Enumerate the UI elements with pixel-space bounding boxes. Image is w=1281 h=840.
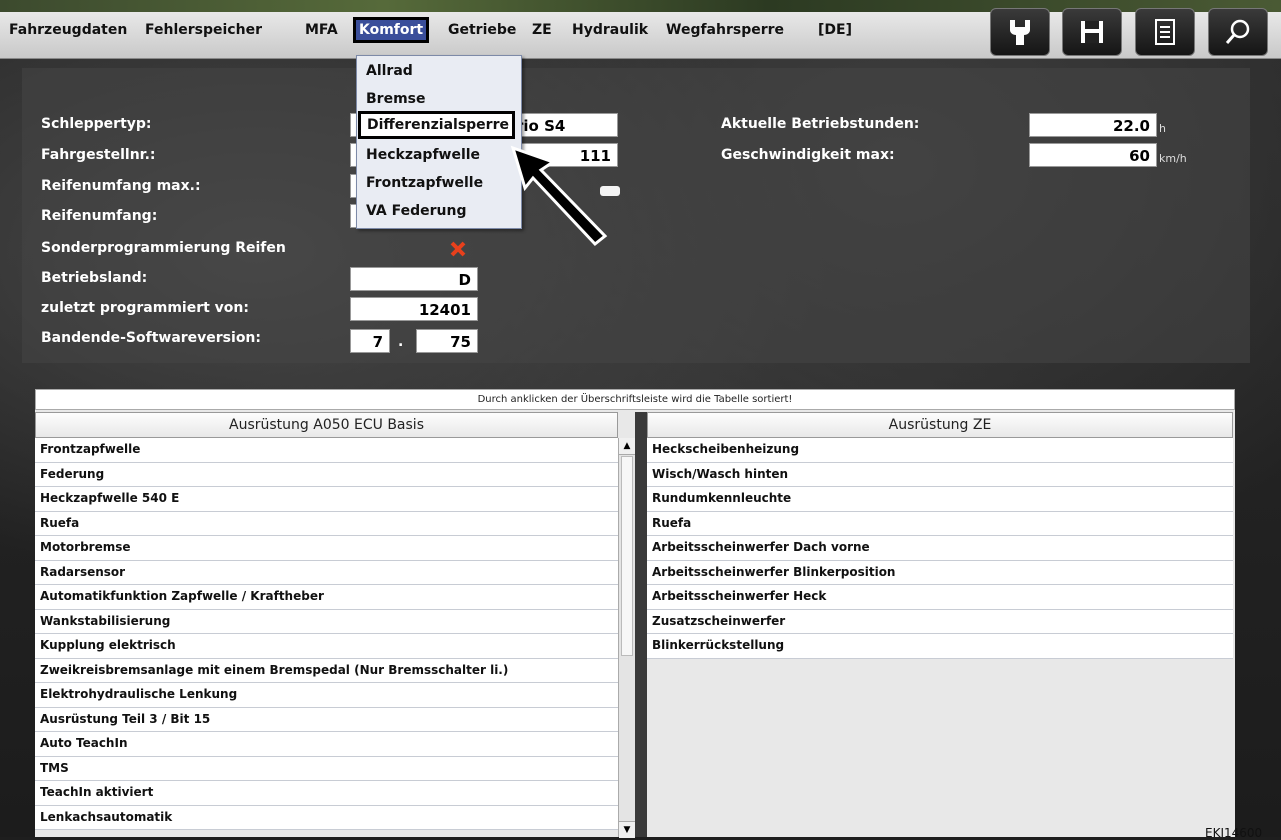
schleppertyp-label: Schleppertyp: — [41, 116, 152, 132]
table-row[interactable]: Zusatzscheinwerfer — [647, 610, 1233, 634]
geschwindigkeit-field[interactable]: 60 — [1029, 143, 1157, 167]
dropdown-item-va-federung[interactable]: VA Federung — [357, 197, 521, 225]
right-table-body: Heckscheibenheizung Wisch/Wasch hinten Run… — [647, 438, 1233, 659]
table-row[interactable]: Wankstabilisierung — [35, 610, 618, 634]
table-row[interactable]: Motorbremse — [35, 536, 618, 561]
reifenumfang-label: Reifenumfang: — [41, 208, 158, 224]
table-row[interactable]: TeachIn aktiviert — [35, 781, 618, 806]
search-icon — [1225, 19, 1250, 44]
menu-language[interactable]: [DE] — [818, 22, 852, 38]
table-row[interactable]: Lenkachsautomatik — [35, 806, 618, 830]
search-button[interactable] — [1208, 8, 1268, 56]
menu-hydraulik[interactable]: Hydraulik — [572, 22, 648, 38]
betriebsstunden-field[interactable]: 22.0 — [1029, 113, 1157, 137]
version-minor-field[interactable]: 75 — [416, 329, 478, 353]
geschwindigkeit-unit: km/h — [1159, 152, 1187, 165]
table-row[interactable]: Kupplung elektrisch — [35, 634, 618, 659]
document-button[interactable] — [1135, 8, 1195, 56]
version-major-field[interactable]: 7 — [350, 329, 390, 353]
left-table-header[interactable]: Ausrüstung A050 ECU Basis — [35, 412, 618, 438]
table-row[interactable]: Radarsensor — [35, 561, 618, 585]
reifenumfang-max-label: Reifenumfang max.: — [41, 178, 201, 194]
table-row[interactable]: Auto TeachIn — [35, 732, 618, 757]
bandende-label: Bandende-Softwareversion: — [41, 330, 262, 346]
close-icon[interactable] — [449, 240, 467, 258]
betriebsstunden-unit: h — [1159, 122, 1166, 135]
table-row[interactable]: Automatikfunktion Zapfwelle / Kraftheber — [35, 585, 618, 610]
sonderprogrammierung-label: Sonderprogrammierung Reifen — [41, 240, 286, 256]
menu-mfa[interactable]: MFA — [305, 22, 338, 38]
dropdown-item-heckzapfwelle[interactable]: Heckzapfwelle — [357, 141, 521, 169]
save-button[interactable] — [1062, 8, 1122, 56]
right-table: Ausrüstung ZE Heckscheibenheizung Wisch/W… — [647, 412, 1233, 837]
wrench-icon — [1010, 20, 1030, 45]
scroll-down-icon[interactable]: ▼ — [619, 821, 635, 838]
table-row[interactable]: Elektrohydraulische Lenkung — [35, 683, 618, 708]
left-table: Ausrüstung A050 ECU Basis Frontzapfwelle… — [35, 412, 618, 830]
zuletzt-label: zuletzt programmiert von: — [41, 300, 249, 316]
betriebsland-label: Betriebsland: — [41, 270, 148, 286]
menu-komfort[interactable]: Komfort — [353, 17, 430, 43]
table-row[interactable]: Heckzapfwelle 540 E — [35, 487, 618, 512]
annotation-arrow-icon — [510, 145, 608, 247]
table-row[interactable]: Federung — [35, 463, 618, 487]
table-row[interactable]: Ausrüstung Teil 3 / Bit 15 — [35, 708, 618, 732]
fahrgestellnr-label: Fahrgestellnr.: — [41, 147, 156, 163]
table-row[interactable]: Arbeitsscheinwerfer Heck — [647, 585, 1233, 610]
save-icon — [1081, 21, 1103, 43]
dropdown-item-allrad[interactable]: Allrad — [357, 57, 521, 85]
left-table-body: Frontzapfwelle Federung Heckzapfwelle 540 … — [35, 438, 618, 830]
document-icon — [1155, 19, 1175, 45]
table-row[interactable]: Heckscheibenheizung — [647, 438, 1233, 463]
betriebsstunden-label: Aktuelle Betriebstunden: — [721, 116, 920, 132]
table-row[interactable]: Frontzapfwelle — [35, 438, 618, 463]
table-row[interactable]: Ruefa — [647, 512, 1233, 536]
table-row[interactable]: Wisch/Wasch hinten — [647, 463, 1233, 487]
menu-wegfahrsperre[interactable]: Wegfahrsperre — [666, 22, 784, 38]
wrench-button[interactable] — [990, 8, 1050, 56]
menu-fehlerspeicher[interactable]: Fehlerspeicher — [145, 22, 262, 38]
menu-getriebe[interactable]: Getriebe — [448, 22, 516, 38]
betriebsland-field[interactable]: D — [350, 267, 478, 291]
geschwindigkeit-label: Geschwindigkeit max: — [721, 147, 895, 163]
menu-ze[interactable]: ZE — [532, 22, 552, 38]
dropdown-item-differenzialsperre[interactable]: Differenzialsperre — [358, 111, 515, 139]
table-row[interactable]: Blinkerrückstellung — [647, 634, 1233, 659]
menu-bar: Fahrzeugdaten Fehlerspeicher MFA Komfort… — [0, 8, 1281, 59]
equipment-table-area: Durch anklicken der Überschriftsleiste w… — [35, 389, 1235, 838]
table-row[interactable]: Arbeitsscheinwerfer Blinkerposition — [647, 561, 1233, 585]
scroll-thumb[interactable] — [621, 456, 633, 656]
table-row[interactable]: TMS — [35, 757, 618, 781]
table-divider[interactable] — [635, 412, 647, 837]
scroll-up-icon[interactable]: ▲ — [619, 438, 635, 455]
dropdown-item-bremse[interactable]: Bremse — [357, 85, 521, 113]
komfort-dropdown: Allrad Bremse Differenzialsperre Heckzap… — [356, 55, 522, 229]
left-scrollbar[interactable]: ▲ ▼ — [618, 438, 635, 838]
table-row[interactable]: Arbeitsscheinwerfer Dach vorne — [647, 536, 1233, 561]
version-separator: . — [398, 334, 404, 350]
table-row[interactable]: Ruefa — [35, 512, 618, 536]
menu-fahrzeugdaten[interactable]: Fahrzeugdaten — [9, 22, 127, 38]
table-row[interactable]: Zweikreisbremsanlage mit einem Bremspeda… — [35, 659, 618, 683]
dropdown-item-frontzapfwelle[interactable]: Frontzapfwelle — [357, 169, 521, 197]
figure-code: EKI14600 — [1205, 826, 1263, 840]
right-table-header[interactable]: Ausrüstung ZE — [647, 412, 1233, 438]
sort-notice: Durch anklicken der Überschriftsleiste w… — [35, 389, 1235, 410]
table-row[interactable]: Rundumkennleuchte — [647, 487, 1233, 512]
zuletzt-field[interactable]: 12401 — [350, 297, 478, 321]
